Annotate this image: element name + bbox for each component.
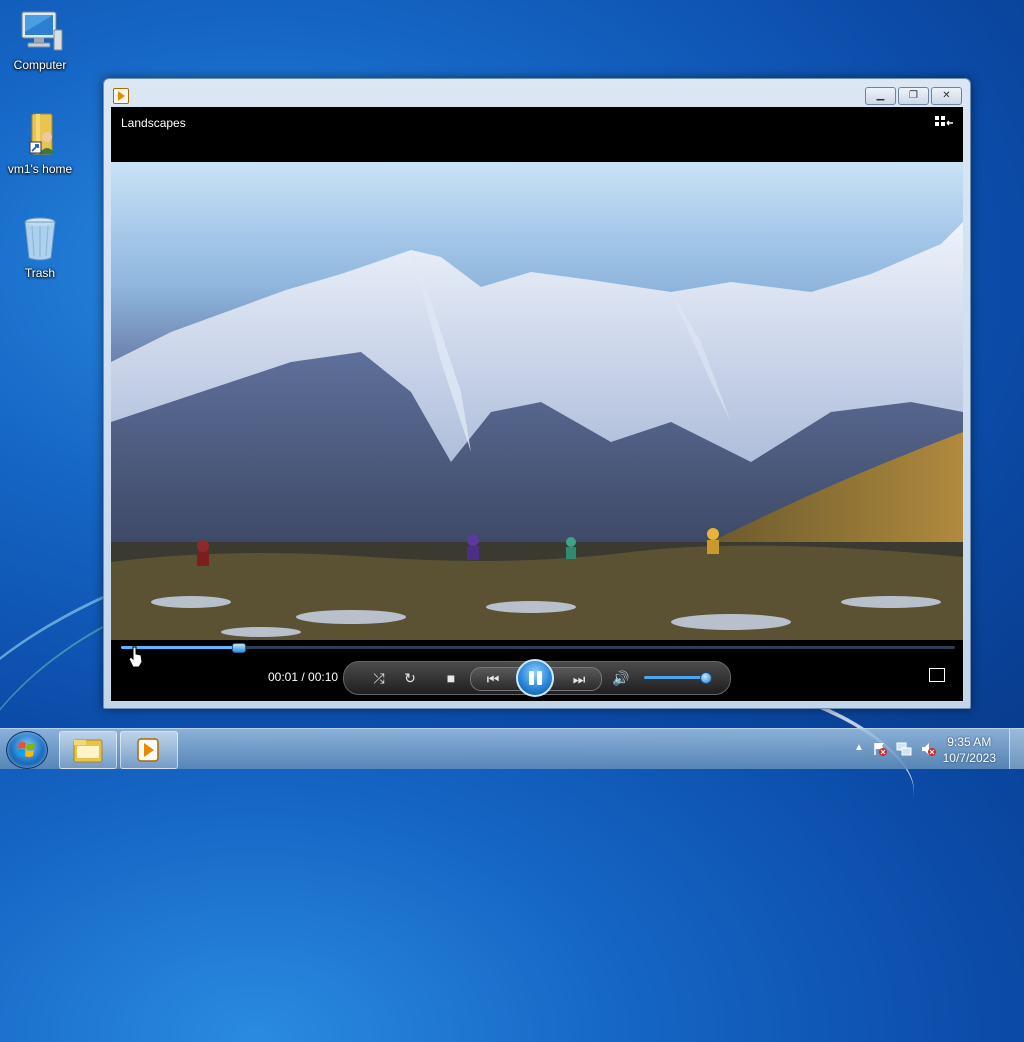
fullscreen-button[interactable] — [929, 668, 945, 682]
switch-to-library-icon[interactable] — [935, 116, 953, 130]
media-title: Landscapes — [121, 116, 186, 130]
stop-icon: ■ — [446, 670, 456, 686]
computer-icon — [16, 8, 64, 54]
start-button[interactable] — [6, 731, 48, 769]
repeat-button[interactable]: ↻ — [399, 669, 421, 687]
seek-thumb[interactable] — [231, 643, 246, 653]
video-landscape-image — [111, 222, 963, 640]
close-button[interactable]: ✕ — [931, 87, 962, 105]
stop-button[interactable]: ■ — [440, 669, 462, 687]
taskbar: ▲ 9:35 AM 10/7/2023 — [0, 728, 1024, 769]
restore-button[interactable]: ❐ — [898, 87, 929, 105]
desktop-icon-computer[interactable]: Computer — [0, 8, 80, 72]
show-hidden-icons-icon[interactable]: ▲ — [854, 742, 864, 753]
previous-button[interactable]: ⏮ — [479, 670, 507, 688]
media-player-icon — [113, 88, 129, 104]
pause-button[interactable] — [516, 659, 554, 697]
desktop-icon-label: Trash — [24, 266, 56, 280]
restore-icon: ❐ — [909, 90, 918, 101]
next-button[interactable]: ⏭ — [565, 670, 593, 688]
shuffle-button[interactable]: ⤮ — [368, 669, 390, 687]
trash-icon — [16, 216, 64, 262]
folder-icon — [73, 739, 103, 763]
window-titlebar[interactable]: ▁ ❐ ✕ — [104, 79, 970, 107]
taskbar-file-explorer[interactable] — [59, 731, 117, 769]
taskbar-media-player[interactable] — [120, 731, 178, 769]
action-center-icon[interactable] — [872, 741, 888, 757]
system-tray: ▲ 9:35 AM 10/7/2023 — [834, 729, 1024, 769]
close-icon: ✕ — [942, 90, 951, 101]
mute-button[interactable]: 🔊 — [610, 669, 632, 687]
time-display: 00:01 / 00:10 — [268, 670, 339, 684]
seek-bar[interactable] — [121, 643, 955, 653]
minimize-button[interactable]: ▁ — [865, 87, 896, 105]
clock-time: 9:35 AM — [947, 735, 992, 749]
playback-controls: ⤮ ↻ ■ ⏮ ⏭ 🔊 — [343, 659, 731, 697]
clock[interactable]: 9:35 AM 10/7/2023 — [943, 734, 996, 766]
desktop-icon-label: vm1's home — [7, 162, 73, 176]
home-folder-icon — [16, 112, 64, 158]
next-icon: ⏭ — [572, 671, 586, 687]
shuffle-icon: ⤮ — [373, 670, 385, 686]
volume-thumb[interactable] — [700, 672, 712, 684]
player-content: Landscapes 00:01 / 00:10 ⤮ ↻ ■ ⏮ ⏭ 🔊 — [111, 107, 963, 701]
previous-icon: ⏮ — [486, 671, 500, 687]
media-player-window[interactable]: ▁ ❐ ✕ Landscapes 00:01 / 00:10 ⤮ ↻ ■ ⏮ ⏭… — [103, 78, 971, 709]
media-player-icon — [137, 738, 159, 762]
network-icon[interactable] — [896, 741, 912, 757]
desktop-icon-label: Computer — [13, 58, 67, 72]
volume-muted-icon[interactable] — [920, 741, 936, 757]
windows-logo-icon — [17, 742, 35, 757]
repeat-icon: ↻ — [404, 670, 416, 686]
show-desktop-button[interactable] — [1009, 729, 1024, 769]
clock-date: 10/7/2023 — [942, 751, 996, 765]
volume-icon: 🔊 — [612, 670, 630, 686]
desktop-icon-trash[interactable]: Trash — [0, 216, 80, 280]
video-frame[interactable] — [111, 162, 963, 640]
desktop-icon-home[interactable]: vm1's home — [0, 112, 80, 176]
hand-cursor-icon — [128, 646, 143, 668]
minimize-icon: ▁ — [876, 90, 885, 101]
